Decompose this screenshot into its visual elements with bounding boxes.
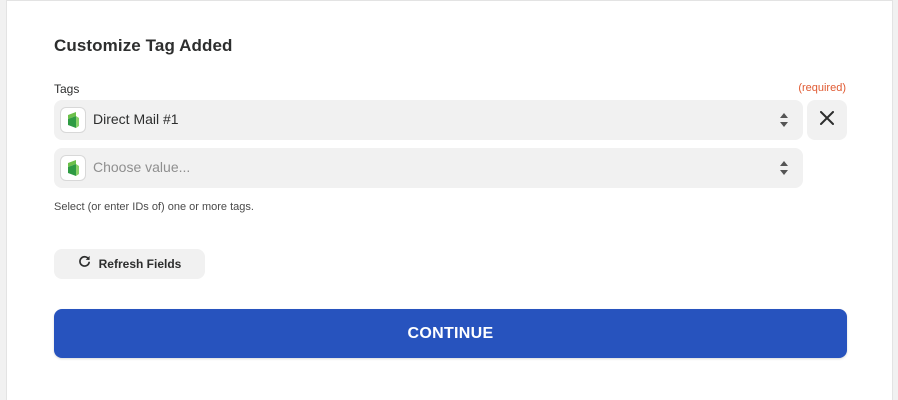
required-indicator: (required) (798, 82, 846, 94)
refresh-fields-button[interactable]: Refresh Fields (54, 249, 205, 279)
continue-button[interactable]: CONTINUE (54, 309, 847, 358)
close-icon (820, 110, 834, 130)
tag-select-value: Direct Mail #1 (93, 111, 179, 127)
continue-label: CONTINUE (407, 324, 494, 342)
remove-tag-button[interactable] (807, 100, 847, 140)
tags-field-label: Tags (54, 82, 80, 96)
step-config-panel: Customize Tag Added Tags (required) Dire… (6, 0, 893, 400)
tag-select-2[interactable]: Choose value... (54, 148, 803, 188)
sort-arrows-icon (779, 160, 789, 176)
sort-arrows-icon (779, 112, 789, 128)
app-logo-icon (60, 155, 86, 181)
tag-select-1[interactable]: Direct Mail #1 (54, 100, 803, 140)
app-logo-icon (60, 107, 86, 133)
refresh-fields-label: Refresh Fields (98, 257, 182, 271)
tag-select-placeholder: Choose value... (93, 159, 191, 175)
refresh-icon (78, 255, 91, 273)
tags-help-text: Select (or enter IDs of) one or more tag… (54, 201, 254, 213)
page-title: Customize Tag Added (54, 36, 233, 55)
